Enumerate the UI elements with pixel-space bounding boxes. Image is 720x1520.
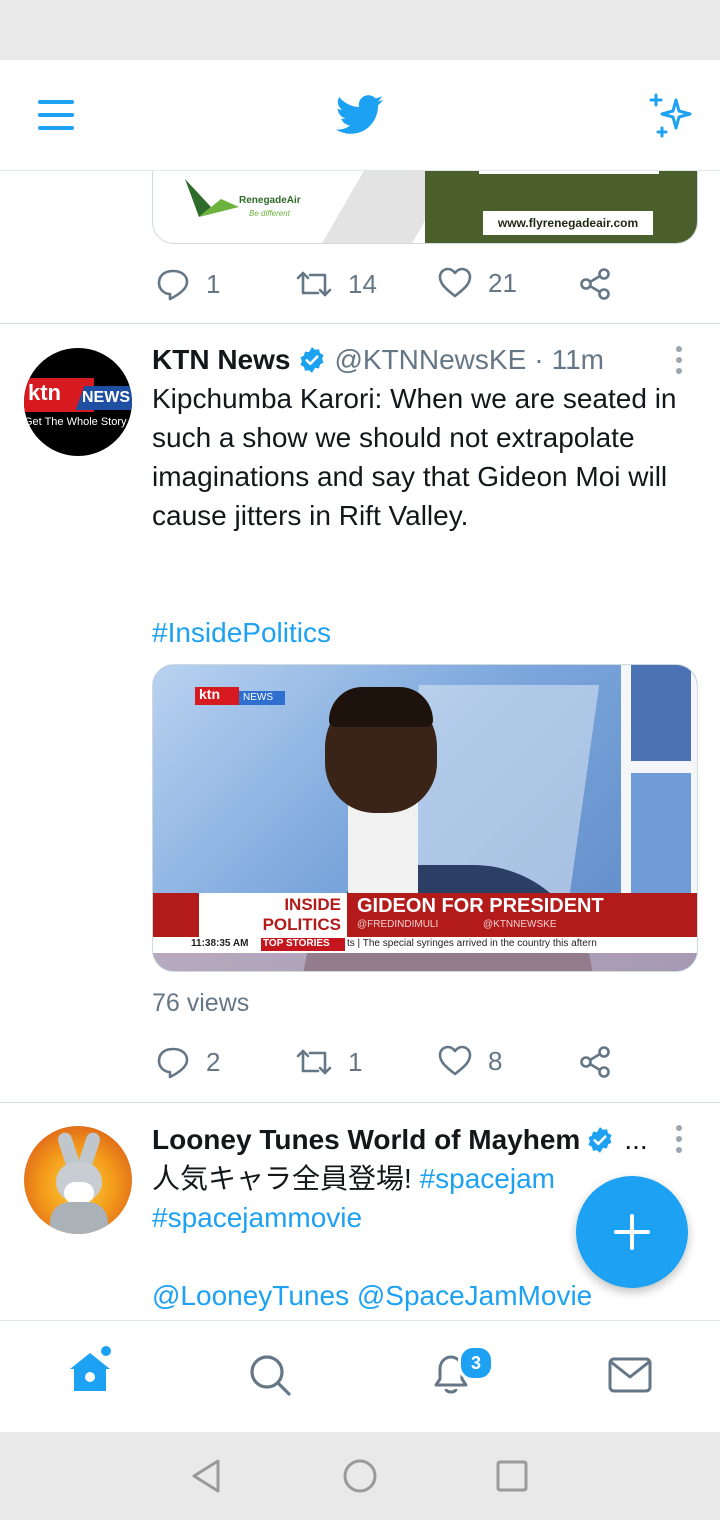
- mail-icon: [608, 1357, 652, 1393]
- timeline-feed[interactable]: RenegadeAir Be different www.flyrenegade…: [0, 171, 720, 1320]
- retweet-count: 1: [348, 1046, 363, 1077]
- show-line-1: INSIDE: [284, 895, 341, 914]
- video-sub-1: @FREDINDIMULI: [357, 919, 439, 930]
- ticker-tag: TOP STORIES: [263, 938, 330, 949]
- retweet-button[interactable]: 1: [296, 1045, 362, 1079]
- tweet-text: Kipchumba Karori: When we are seated in …: [152, 383, 677, 531]
- avatar[interactable]: ktn NEWS Get The Whole Story: [24, 348, 132, 456]
- timestamp: 11m: [551, 344, 604, 375]
- reply-icon: [157, 269, 189, 301]
- home-icon: [70, 1346, 111, 1391]
- reply-icon: [157, 1047, 189, 1079]
- ad-url: www.flyrenegadeair.com: [483, 211, 653, 235]
- separator-dot: ·: [534, 344, 544, 375]
- truncation-ellipsis: ...: [624, 1124, 648, 1155]
- compose-tweet-button[interactable]: [576, 1176, 688, 1288]
- video-headline: GIDEON FOR PRESIDENT: [357, 895, 604, 917]
- sparkle-icon[interactable]: [648, 92, 696, 140]
- retweet-icon: [296, 1049, 332, 1075]
- tweet-header: KTN News @KTNNewsKE · 11m: [152, 340, 604, 380]
- heart-icon: [438, 267, 472, 298]
- hashtag-link[interactable]: #spacejam: [420, 1163, 555, 1194]
- like-count: 8: [488, 1045, 503, 1076]
- like-button[interactable]: 21: [438, 267, 517, 299]
- share-button[interactable]: [578, 1045, 628, 1079]
- video-show-title: INSIDE POLITICS: [199, 895, 341, 935]
- more-options-icon[interactable]: [664, 345, 694, 375]
- status-bar: [0, 0, 720, 60]
- retweet-count: 14: [348, 268, 377, 299]
- ticker-time: 11:38:35 AM: [191, 938, 249, 949]
- ticker-text: ts | The special syringes arrived in the…: [347, 938, 597, 949]
- search-icon: [250, 1355, 291, 1396]
- reply-button[interactable]: 2: [156, 1045, 220, 1079]
- avatar-tagline: Get The Whole Story: [24, 416, 127, 428]
- share-icon: [580, 268, 610, 300]
- reply-button[interactable]: 1: [156, 267, 220, 301]
- tweet-text: 人気キャラ全員登場! #spacejam: [152, 1159, 572, 1198]
- ad-tagline: Be different: [249, 209, 290, 218]
- messages-tab[interactable]: [608, 1357, 652, 1393]
- display-name[interactable]: KTN News: [152, 344, 290, 376]
- share-icon: [580, 1046, 610, 1078]
- verified-badge-icon: [300, 347, 325, 373]
- back-icon[interactable]: [190, 1458, 222, 1494]
- like-count: 21: [488, 267, 517, 298]
- tweet-text-jp: 人気キャラ全員登場!: [152, 1163, 412, 1194]
- home-circle-icon[interactable]: [342, 1458, 378, 1494]
- recents-square-icon[interactable]: [496, 1460, 528, 1492]
- video-sub-2: @KTNNEWSKE: [483, 919, 557, 930]
- avatar-news-text: NEWS: [82, 389, 130, 406]
- tweet-header: Looney Tunes World of Mayhem ...: [152, 1120, 648, 1160]
- search-tab[interactable]: [248, 1353, 292, 1397]
- avatar[interactable]: [24, 1126, 132, 1234]
- hamburger-menu-icon[interactable]: [38, 98, 74, 132]
- show-line-2: POLITICS: [262, 915, 341, 934]
- renegadeair-logo-icon: [181, 177, 241, 223]
- mentions-link[interactable]: @LooneyTunes @SpaceJamMovie: [152, 1276, 592, 1315]
- tweet-video-media[interactable]: ktn NEWS INSIDE POLITICS GIDEON FOR PRES…: [152, 664, 698, 972]
- home-tab[interactable]: [66, 1345, 118, 1397]
- avatar-logo-text: ktn: [28, 380, 61, 405]
- plus-icon: [614, 1214, 650, 1250]
- video-logo-text: ktn: [199, 686, 220, 702]
- divider: [0, 1102, 720, 1103]
- display-name[interactable]: Looney Tunes World of Mayhem: [152, 1124, 580, 1156]
- twitter-bird-icon[interactable]: [336, 94, 384, 136]
- reply-count: 2: [206, 1046, 221, 1077]
- bottom-navigation: 3: [0, 1320, 720, 1433]
- video-logo-news: NEWS: [243, 692, 273, 703]
- top-app-bar: [0, 60, 720, 171]
- user-handle[interactable]: @KTNNewsKE: [334, 344, 526, 376]
- hashtag-link[interactable]: #InsidePolitics: [152, 613, 331, 652]
- view-count: 76 views: [152, 989, 250, 1017]
- like-button[interactable]: 8: [438, 1045, 502, 1077]
- ad-brand: RenegadeAir: [239, 195, 301, 206]
- retweet-button[interactable]: 14: [296, 267, 377, 301]
- share-button[interactable]: [578, 267, 628, 301]
- notifications-badge: 3: [458, 1345, 494, 1381]
- divider: [0, 323, 720, 324]
- heart-icon: [438, 1045, 472, 1076]
- retweet-icon: [296, 271, 332, 297]
- more-options-icon[interactable]: [664, 1124, 694, 1154]
- system-navigation-bar: [0, 1432, 720, 1520]
- reply-count: 1: [206, 268, 221, 299]
- hashtag-link[interactable]: #spacejammovie: [152, 1198, 362, 1237]
- verified-badge-icon: [588, 1127, 612, 1153]
- ad-image[interactable]: RenegadeAir Be different www.flyrenegade…: [152, 171, 698, 244]
